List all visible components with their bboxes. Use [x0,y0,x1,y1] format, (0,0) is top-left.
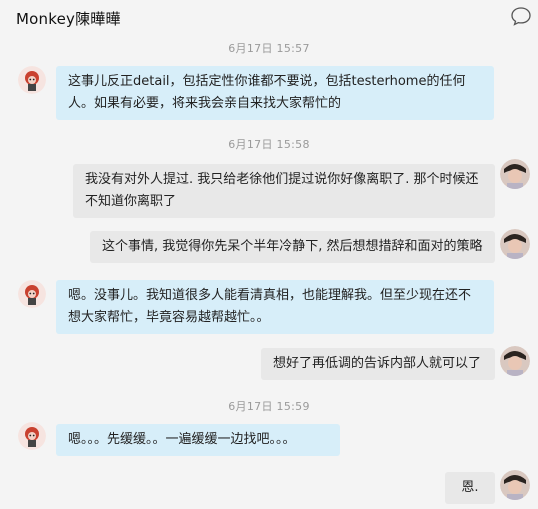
monkey-avatar[interactable] [18,280,46,308]
chat-title: Monkey陳曄曄 [16,10,121,28]
monkey-avatar[interactable] [18,422,46,450]
monkey-avatar[interactable] [18,66,46,94]
chat-bubble-icon[interactable] [510,5,532,27]
timestamp: 6月17日 15:59 [228,400,310,413]
user-avatar[interactable] [500,229,530,259]
chat-header: Monkey陳曄曄 [0,0,538,34]
timestamp: 6月17日 15:58 [228,138,310,151]
message-bubble-incoming[interactable]: 嗯。。。先缓缓。。一遍缓缓一边找吧。。。 [56,424,340,456]
user-avatar[interactable] [500,470,530,500]
timestamp: 6月17日 15:57 [228,42,310,55]
message-bubble-incoming[interactable]: 这事儿反正detail，包括定性你谁都不要说，包括testerhome的任何人。… [56,66,494,120]
message-bubble-outgoing[interactable]: 这个事情, 我觉得你先呆个半年冷静下, 然后想想措辞和面对的策略 [90,231,495,263]
message-bubble-outgoing[interactable]: 想好了再低调的告诉内部人就可以了 [261,348,495,380]
message-bubble-outgoing[interactable]: 恩. [445,472,495,504]
user-avatar[interactable] [500,159,530,189]
message-bubble-incoming[interactable]: 嗯。没事儿。我知道很多人能看清真相，也能理解我。但至少现在还不想大家帮忙，毕竟容… [56,280,494,334]
user-avatar[interactable] [500,346,530,376]
message-bubble-outgoing[interactable]: 我没有对外人提过. 我只给老徐他们提过说你好像离职了. 那个时候还不知道你离职了 [73,164,495,218]
